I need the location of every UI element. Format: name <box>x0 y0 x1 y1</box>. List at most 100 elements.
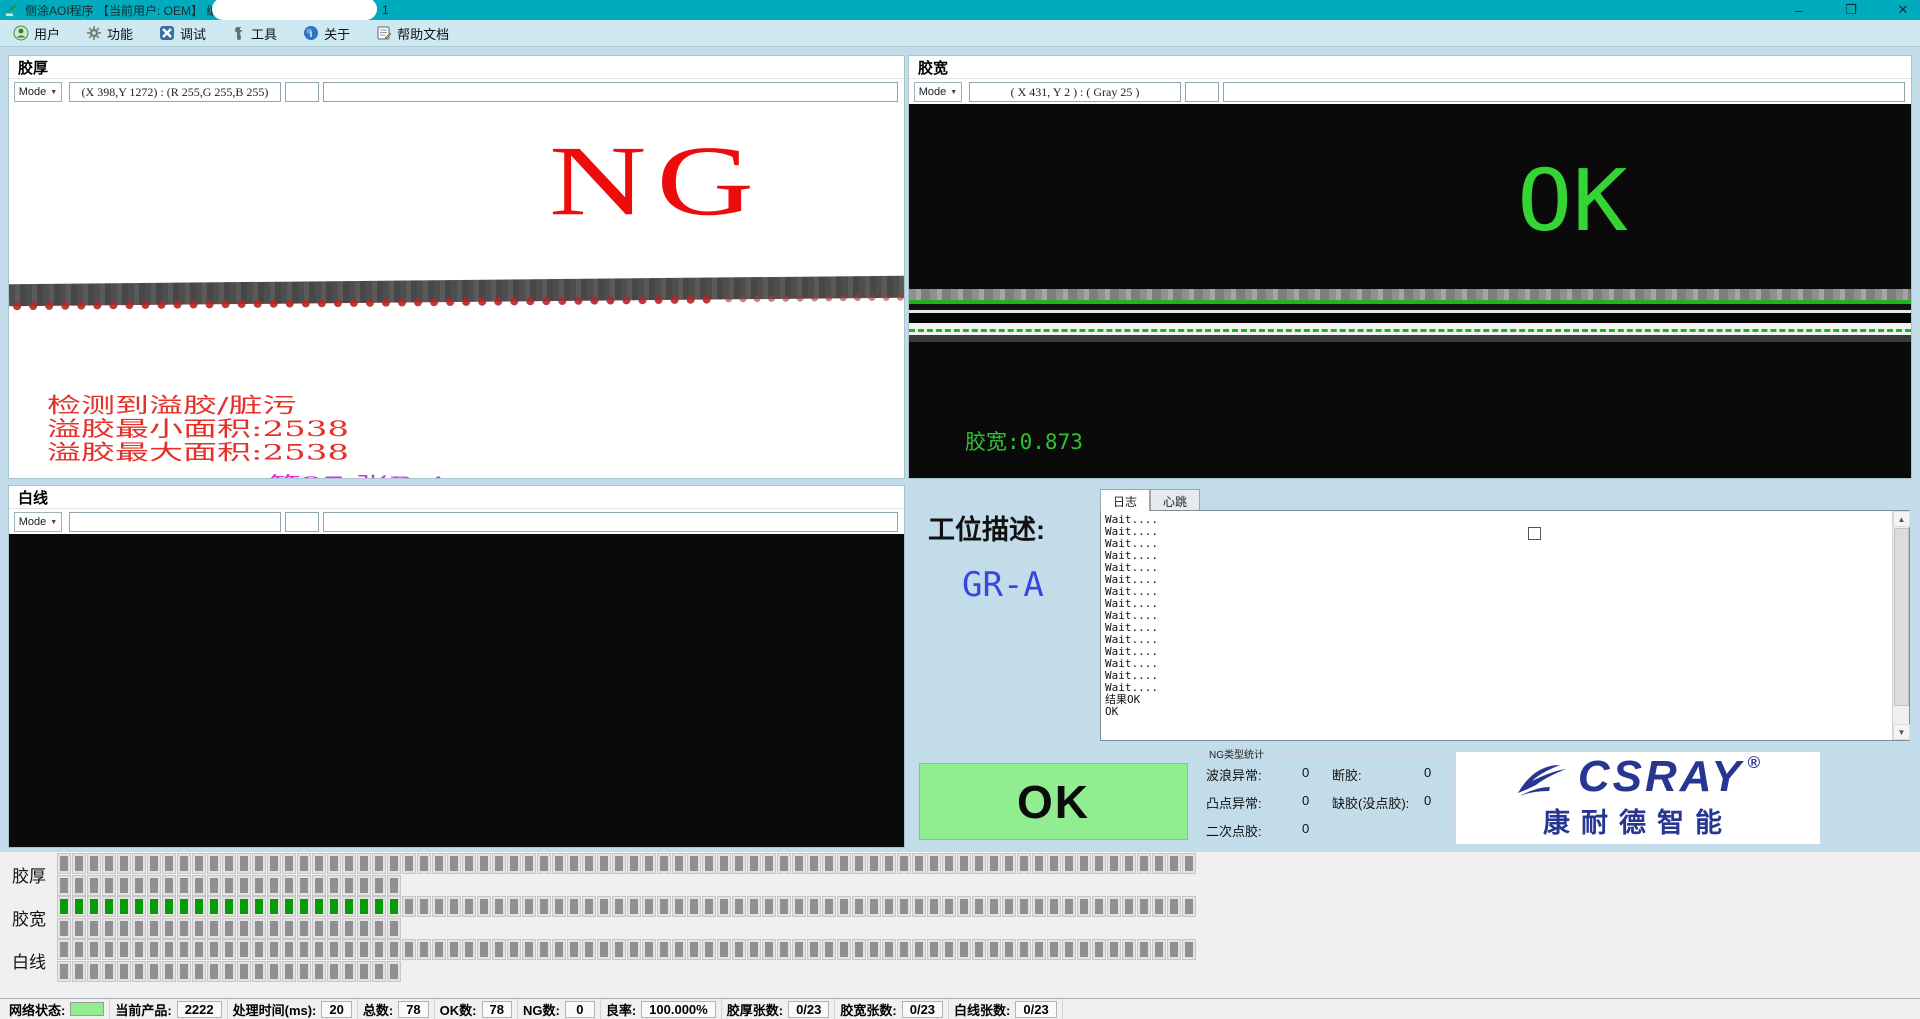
indicator-cell <box>613 897 625 916</box>
overall-result-button[interactable]: OK <box>919 763 1188 840</box>
indicator-cell <box>373 940 385 959</box>
toolbar-box-small[interactable] <box>1185 82 1219 102</box>
indicator-cell <box>703 897 715 916</box>
menu-item-help[interactable]: 帮助文档 <box>363 20 462 46</box>
toolbar-box-wide[interactable] <box>1223 82 1905 102</box>
indicator-cell <box>973 897 985 916</box>
indicator-cell-green <box>388 897 400 916</box>
indicator-cell <box>118 919 130 938</box>
indicator-cell <box>358 854 370 873</box>
chevron-down-icon: ▼ <box>50 519 57 526</box>
indicator-cell <box>403 940 415 959</box>
menu-item-function[interactable]: 功能 <box>73 20 146 46</box>
toolbar-box-wide[interactable] <box>323 82 898 102</box>
indicator-cell <box>313 876 325 895</box>
chevron-down-icon: ▼ <box>50 89 57 96</box>
menu-label: 关于 <box>324 24 350 43</box>
indicator-cell-green <box>253 897 265 916</box>
indicator-cell <box>223 854 235 873</box>
indicator-cell-green <box>268 897 280 916</box>
indicator-cell <box>253 919 265 938</box>
indicator-cell <box>1063 897 1075 916</box>
log-checkbox[interactable] <box>1528 527 1541 540</box>
indicator-cell <box>208 876 220 895</box>
status-item: 胶厚张数:0/23 <box>722 999 836 1019</box>
indicator-cell <box>178 940 190 959</box>
indicator-cell <box>868 940 880 959</box>
wrench-icon <box>232 25 246 41</box>
restore-button[interactable]: ❐ <box>1842 2 1860 18</box>
menu-label: 帮助文档 <box>397 24 449 43</box>
indicator-cell <box>388 876 400 895</box>
ng-stat-label: 断胶: <box>1332 765 1424 784</box>
indicator-cell <box>163 940 175 959</box>
app-window: 侧涂AOI程序 【当前用户: OEM】 编 1 – ❐ ✕ 用户 功能 <box>0 0 1920 1019</box>
window-title: 侧涂AOI程序 【当前用户: OEM】 编 <box>25 2 218 19</box>
indicator-cell <box>418 897 430 916</box>
mode-dropdown[interactable]: Mode▼ <box>914 82 962 102</box>
mode-dropdown[interactable]: Mode▼ <box>14 82 62 102</box>
log-line: Wait.... <box>1105 646 1907 658</box>
toolbar-box-small[interactable] <box>285 82 319 102</box>
toolbar-box-wide[interactable] <box>323 512 898 532</box>
log-scrollbar[interactable]: ▲ ▼ <box>1892 511 1909 740</box>
mode-dropdown[interactable]: Mode▼ <box>14 512 62 532</box>
close-button[interactable]: ✕ <box>1894 2 1912 18</box>
indicator-cell <box>133 854 145 873</box>
scrollbar-thumb[interactable] <box>1894 528 1909 706</box>
status-item: 胶宽张数:0/23 <box>835 999 949 1019</box>
tab-log[interactable]: 日志 <box>1100 489 1150 511</box>
status-item-label: NG数: <box>523 1000 560 1019</box>
log-line: Wait.... <box>1105 670 1907 682</box>
minimize-button[interactable]: – <box>1790 3 1808 18</box>
ng-stat-label: 二次点胶: <box>1206 821 1302 840</box>
log-line: Wait.... <box>1105 538 1907 550</box>
indicator-cell <box>1183 897 1195 916</box>
indicator-cell <box>853 897 865 916</box>
menu-item-user[interactable]: 用户 <box>0 20 73 46</box>
indicator-cell <box>298 854 310 873</box>
menu-item-tools[interactable]: 工具 <box>219 20 290 46</box>
indicator-cell <box>883 940 895 959</box>
glue-thickness-image[interactable]: NG 检测到溢胶/脏污 溢胶最小面积:2538 溢胶最大面积:2538 第37 … <box>9 104 904 478</box>
defect-markers-sparse <box>725 294 904 303</box>
indicator-cell <box>913 897 925 916</box>
white-line-image[interactable] <box>9 534 904 847</box>
menu-item-about[interactable]: i 关于 <box>290 20 363 46</box>
indicator-strip <box>58 962 1198 981</box>
indicator-cell <box>643 854 655 873</box>
indicator-cell-green <box>328 897 340 916</box>
indicator-cell <box>598 940 610 959</box>
indicator-cell <box>1033 854 1045 873</box>
indicator-cell <box>118 876 130 895</box>
indicator-cell <box>838 940 850 959</box>
toolbar-box-small[interactable] <box>285 512 319 532</box>
log-lines[interactable]: Wait....Wait....Wait....Wait....Wait....… <box>1100 510 1910 741</box>
indicator-cell <box>268 962 280 981</box>
tab-heartbeat[interactable]: 心跳 <box>1150 489 1200 511</box>
scroll-down-icon[interactable]: ▼ <box>1893 724 1910 740</box>
menu-item-debug[interactable]: 调试 <box>146 20 219 46</box>
indicator-cell <box>148 876 160 895</box>
indicator-cell <box>598 854 610 873</box>
indicator-cell <box>928 897 940 916</box>
indicator-cell <box>148 940 160 959</box>
indicator-cell <box>973 854 985 873</box>
indicator-cell <box>1018 854 1030 873</box>
indicator-cell <box>193 940 205 959</box>
indicator-groups: 胶厚胶宽白线 <box>0 852 1920 998</box>
indicator-cell <box>478 940 490 959</box>
indicator-cell <box>1183 940 1195 959</box>
indicator-cell <box>1063 854 1075 873</box>
scroll-up-icon[interactable]: ▲ <box>1893 511 1910 527</box>
glue-width-image[interactable]: OK 胶宽:0.873 <box>909 104 1911 478</box>
indicator-cell <box>88 919 100 938</box>
indicator-cell <box>673 940 685 959</box>
indicator-cell <box>223 940 235 959</box>
indicator-cell <box>343 919 355 938</box>
indicator-cell <box>763 897 775 916</box>
defect-markers <box>13 296 711 311</box>
indicator-cell <box>1153 940 1165 959</box>
indicator-cell <box>163 854 175 873</box>
indicator-cell-green <box>313 897 325 916</box>
